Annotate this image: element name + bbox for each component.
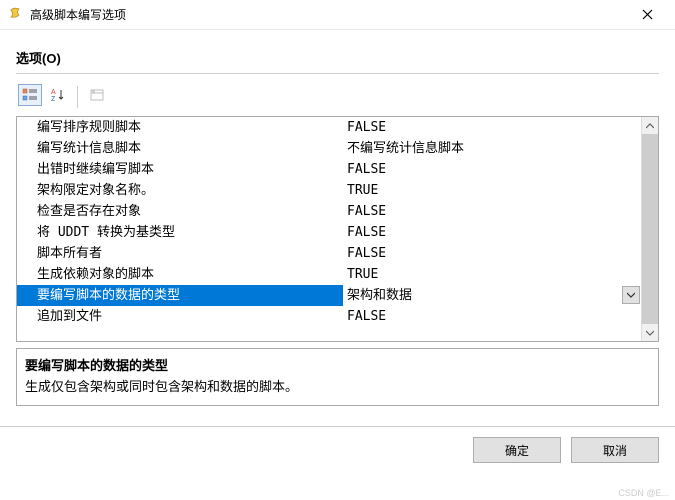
scroll-up-button[interactable] bbox=[642, 117, 658, 134]
property-value[interactable]: 架构和数据 bbox=[343, 285, 641, 306]
button-bar: 确定 取消 bbox=[0, 427, 675, 463]
property-label: 编写排序规则脚本 bbox=[37, 117, 347, 138]
ok-button[interactable]: 确定 bbox=[473, 437, 561, 463]
scrollbar[interactable] bbox=[641, 117, 658, 341]
property-row[interactable]: 追加到文件FALSE bbox=[17, 306, 641, 327]
property-label: 编写统计信息脚本 bbox=[37, 138, 347, 159]
property-row[interactable]: 检查是否存在对象FALSE bbox=[17, 201, 641, 222]
toolbar-separator bbox=[77, 86, 78, 108]
property-value: FALSE bbox=[347, 243, 641, 264]
property-label: 要编写脚本的数据的类型 bbox=[37, 285, 347, 306]
svg-text:Z: Z bbox=[51, 96, 56, 102]
window-title: 高级脚本编写选项 bbox=[30, 6, 627, 23]
property-value: TRUE bbox=[347, 180, 641, 201]
categorized-view-button[interactable] bbox=[18, 84, 42, 106]
property-label: 检查是否存在对象 bbox=[37, 201, 347, 222]
dropdown-button[interactable] bbox=[622, 286, 640, 304]
property-row[interactable]: 出错时继续编写脚本FALSE bbox=[17, 159, 641, 180]
property-row[interactable]: 生成依赖对象的脚本TRUE bbox=[17, 264, 641, 285]
property-row[interactable]: 脚本所有者FALSE bbox=[17, 243, 641, 264]
property-value: TRUE bbox=[347, 264, 641, 285]
scroll-thumb[interactable] bbox=[642, 134, 658, 324]
property-label: 出错时继续编写脚本 bbox=[37, 159, 347, 180]
watermark: CSDN @E... bbox=[618, 488, 669, 498]
property-label: 将 UDDT 转换为基类型 bbox=[37, 222, 347, 243]
cancel-button[interactable]: 取消 bbox=[571, 437, 659, 463]
property-grid: 编写排序规则脚本FALSE编写统计信息脚本不编写统计信息脚本出错时继续编写脚本F… bbox=[16, 116, 659, 342]
property-value: FALSE bbox=[347, 222, 641, 243]
property-value: FALSE bbox=[347, 159, 641, 180]
property-row[interactable]: 编写排序规则脚本FALSE bbox=[17, 117, 641, 138]
property-row[interactable]: 架构限定对象名称。TRUE bbox=[17, 180, 641, 201]
property-row[interactable]: 编写统计信息脚本不编写统计信息脚本 bbox=[17, 138, 641, 159]
scroll-down-button[interactable] bbox=[642, 324, 658, 341]
toolbar: A Z bbox=[16, 82, 659, 116]
divider bbox=[16, 73, 659, 74]
description-title: 要编写脚本的数据的类型 bbox=[25, 355, 650, 374]
property-value: FALSE bbox=[347, 201, 641, 222]
property-value: FALSE bbox=[347, 306, 641, 327]
property-row[interactable]: 将 UDDT 转换为基类型FALSE bbox=[17, 222, 641, 243]
svg-text:A: A bbox=[51, 89, 56, 96]
description-text: 生成仅包含架构或同时包含架构和数据的脚本。 bbox=[25, 376, 650, 395]
property-value: 不编写统计信息脚本 bbox=[347, 138, 641, 159]
property-row[interactable]: 要编写脚本的数据的类型架构和数据 bbox=[17, 285, 641, 306]
alphabetical-view-button[interactable]: A Z bbox=[46, 84, 70, 106]
section-label: 选项(O) bbox=[16, 48, 659, 67]
titlebar: 高级脚本编写选项 bbox=[0, 0, 675, 30]
description-panel: 要编写脚本的数据的类型 生成仅包含架构或同时包含架构和数据的脚本。 bbox=[16, 348, 659, 406]
property-label: 脚本所有者 bbox=[37, 243, 347, 264]
property-label: 架构限定对象名称。 bbox=[37, 180, 347, 201]
app-icon bbox=[8, 7, 24, 23]
property-pages-button bbox=[85, 84, 109, 106]
property-value: FALSE bbox=[347, 117, 641, 138]
close-button[interactable] bbox=[627, 1, 667, 29]
property-label: 生成依赖对象的脚本 bbox=[37, 264, 347, 285]
property-label: 追加到文件 bbox=[37, 306, 347, 327]
